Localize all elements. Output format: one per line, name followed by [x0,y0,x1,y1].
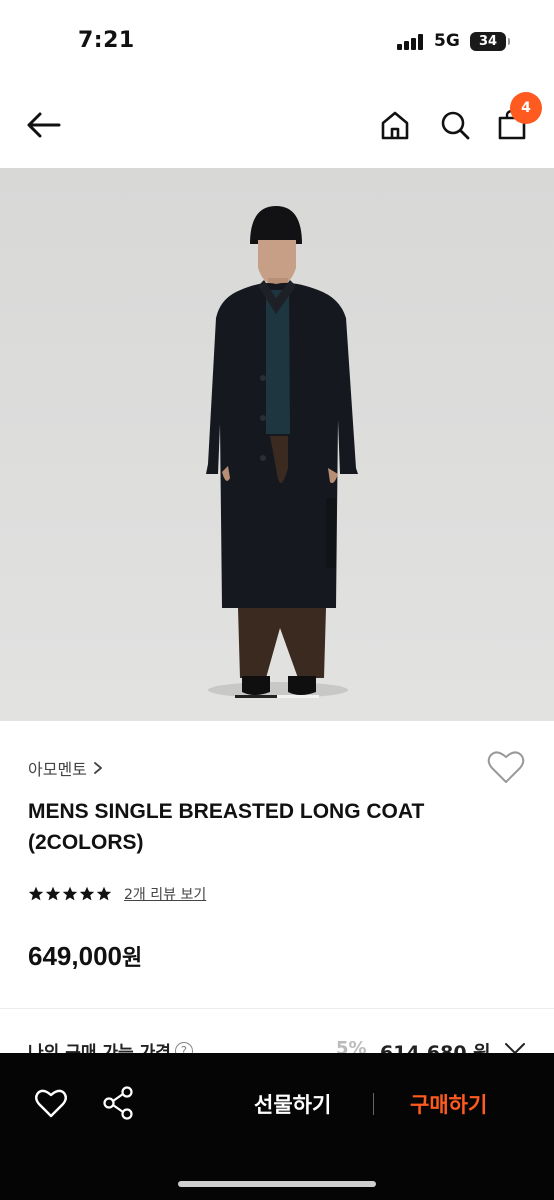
price-unit: 원 [121,946,143,971]
star-icon [28,886,44,901]
gift-button[interactable]: 선물하기 [254,1089,331,1119]
back-button[interactable] [22,104,64,146]
chevron-right-icon [93,762,102,774]
nav-header: 4 [0,84,554,168]
brand-name: 아모멘토 [28,760,87,779]
wishlist-button[interactable] [486,748,526,786]
product-price: 649,000원 [28,940,142,972]
brand-link[interactable]: 아모멘토 [28,756,103,780]
search-button[interactable] [436,104,474,146]
battery-icon: 34 [470,32,510,51]
rating-row: 2개 리뷰 보기 [28,884,206,904]
heart-icon [35,1089,67,1118]
status-time: 7:21 [78,28,135,53]
product-title: MENS SINGLE BREASTED LONG COAT (2COLORS) [28,800,425,854]
star-icon [45,886,61,901]
home-icon [381,111,409,140]
model-photo [0,168,554,721]
cart-count-badge: 4 [510,92,542,124]
status-bar: 7:21 5G 34 [0,0,554,84]
star-icon [62,886,78,901]
signal-icon [397,34,425,50]
divider [0,1008,554,1009]
home-indicator [178,1181,376,1187]
home-button[interactable] [376,104,414,146]
review-link[interactable]: 2개 리뷰 보기 [124,884,206,904]
share-button[interactable] [102,1086,134,1120]
buy-button[interactable]: 구매하기 [410,1089,487,1119]
star-icon [79,886,95,901]
heart-icon [487,751,525,783]
bottom-action-bar: 선물하기 구매하기 [0,1053,554,1200]
star-rating [28,886,112,902]
share-icon [103,1086,133,1120]
bottom-wishlist-button[interactable] [34,1087,68,1119]
product-image[interactable] [0,168,554,721]
network-label: 5G [434,31,460,51]
price-value: 649,000 [28,941,122,971]
gallery-indicator-active [235,695,277,698]
star-icon [96,886,112,901]
search-icon [441,111,470,140]
gallery-indicator [277,695,319,698]
bar-divider [373,1093,374,1115]
arrow-left-icon [27,112,61,138]
